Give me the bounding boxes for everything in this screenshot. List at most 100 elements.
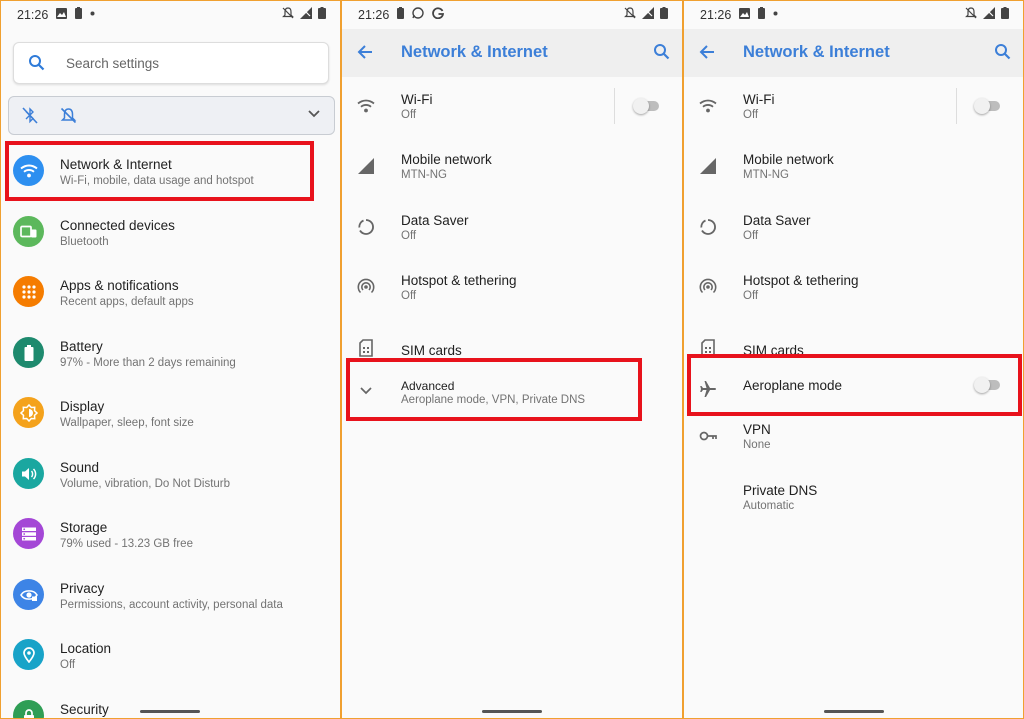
settings-item-subtitle: Bluetooth (60, 236, 109, 248)
settings-item-title: Storage (60, 520, 108, 535)
mobile-network-row[interactable]: Mobile network MTN-NG (342, 138, 682, 194)
settings-item-storage[interactable]: Storage 79% used - 13.23 GB free (1, 506, 340, 562)
signal-icon (698, 156, 718, 176)
conditions-card[interactable] (8, 96, 335, 135)
settings-item-title: Privacy (60, 581, 105, 596)
settings-item-title: Sound (60, 460, 100, 475)
hotspot-title: Hotspot & tethering (743, 273, 859, 288)
mobile-network-title: Mobile network (743, 152, 834, 167)
wifi-row[interactable]: Wi-Fi Off (684, 78, 1023, 134)
bluetooth-off-icon (22, 107, 38, 124)
vpn-key-icon (698, 426, 718, 446)
highlight-box (5, 141, 314, 201)
divider (614, 88, 615, 124)
settings-item-security[interactable]: Security (1, 688, 340, 718)
search-icon[interactable] (994, 43, 1011, 60)
search-bar[interactable]: Search settings (13, 42, 329, 84)
hotspot-status: Off (743, 290, 759, 302)
image-icon (739, 7, 750, 19)
search-placeholder: Search settings (66, 56, 160, 71)
hotspot-row[interactable]: Hotspot & tethering Off (684, 259, 1023, 315)
settings-item-subtitle: Recent apps, default apps (60, 296, 194, 308)
hotspot-icon (698, 277, 718, 297)
settings-item-subtitle: Permissions, account activity, personal … (60, 599, 283, 611)
storage-icon (13, 518, 44, 549)
hotspot-title: Hotspot & tethering (401, 273, 517, 288)
no-signal-icon (300, 7, 312, 19)
settings-item-connected-devices[interactable]: Connected devices Bluetooth (1, 204, 340, 260)
chevron-down-icon[interactable] (308, 110, 320, 118)
data-saver-icon (698, 217, 718, 237)
wifi-status: Off (401, 109, 417, 121)
gesture-nav-bar[interactable] (140, 710, 200, 713)
image-icon (56, 7, 67, 19)
settings-item-subtitle: 79% used - 13.23 GB free (60, 538, 193, 550)
wifi-icon (356, 96, 376, 116)
data-saver-status: Off (743, 230, 759, 242)
wifi-toggle[interactable] (974, 98, 1002, 114)
settings-main-panel: 21:26 Search settings Network & Internet… (1, 1, 340, 718)
vpn-row[interactable]: VPN None (684, 408, 1023, 464)
highlight-box (346, 358, 642, 421)
status-bar: 21:26 (342, 1, 682, 29)
wifi-toggle[interactable] (633, 98, 661, 114)
status-bar: 21:26 (684, 1, 1023, 29)
back-arrow-icon[interactable] (357, 44, 373, 60)
settings-item-title: Battery (60, 339, 103, 354)
private-dns-row[interactable]: Private DNS Automatic (684, 469, 1023, 525)
gesture-nav-bar[interactable] (824, 710, 884, 713)
search-icon[interactable] (653, 43, 670, 60)
google-icon (432, 7, 444, 19)
mobile-network-row[interactable]: Mobile network MTN-NG (684, 138, 1023, 194)
gesture-nav-bar[interactable] (482, 710, 542, 713)
back-arrow-icon[interactable] (699, 44, 715, 60)
private-dns-status: Automatic (743, 500, 795, 512)
battery-icon (13, 337, 44, 368)
dot-icon (90, 11, 95, 15)
network-internet-panel: 21:26 Network & Internet Wi-Fi Off Mobil… (342, 1, 682, 718)
sound-icon (13, 458, 44, 489)
network-internet-advanced-panel: 21:26 Network & Internet Wi-Fi Off Mobil… (684, 1, 1023, 718)
data-saver-status: Off (401, 230, 417, 242)
settings-item-display[interactable]: Display Wallpaper, sleep, font size (1, 385, 340, 441)
whatsapp-icon (412, 7, 424, 19)
app-bar: Network & Internet (684, 29, 1023, 77)
wifi-row[interactable]: Wi-Fi Off (342, 78, 682, 134)
wifi-status: Off (743, 109, 759, 121)
no-signal-icon (983, 7, 995, 19)
signal-icon (356, 156, 376, 176)
search-icon (29, 55, 45, 71)
settings-item-sound[interactable]: Sound Volume, vibration, Do Not Disturb (1, 446, 340, 502)
app-bar: Network & Internet (342, 29, 682, 77)
data-saver-icon (356, 217, 376, 237)
settings-item-title: Connected devices (60, 218, 175, 233)
page-title: Network & Internet (743, 43, 890, 61)
vpn-title: VPN (743, 422, 771, 437)
notifications-off-icon (282, 7, 294, 19)
battery-saver-icon (75, 7, 82, 19)
mobile-network-carrier: MTN-NG (401, 169, 447, 181)
status-time: 21:26 (358, 8, 390, 22)
hotspot-row[interactable]: Hotspot & tethering Off (342, 259, 682, 315)
page-title: Network & Internet (401, 43, 548, 61)
location-icon (13, 639, 44, 670)
data-saver-title: Data Saver (401, 213, 469, 228)
sim-cards-title: SIM cards (401, 343, 462, 358)
settings-item-title: Security (60, 702, 109, 717)
settings-item-battery[interactable]: Battery 97% - More than 2 days remaining (1, 325, 340, 381)
sim-icon (356, 338, 376, 358)
battery-icon (1001, 7, 1009, 19)
security-icon (13, 700, 44, 718)
highlight-box (687, 354, 1022, 416)
settings-item-apps[interactable]: Apps & notifications Recent apps, defaul… (1, 264, 340, 320)
devices-icon (13, 216, 44, 247)
settings-item-privacy[interactable]: Privacy Permissions, account activity, p… (1, 567, 340, 623)
settings-item-title: Location (60, 641, 112, 656)
vpn-status: None (743, 439, 771, 451)
data-saver-row[interactable]: Data Saver Off (684, 199, 1023, 255)
privacy-icon (13, 579, 44, 610)
settings-item-title: Display (60, 399, 105, 414)
data-saver-row[interactable]: Data Saver Off (342, 199, 682, 255)
private-dns-title: Private DNS (743, 483, 818, 498)
settings-item-location[interactable]: Location Off (1, 627, 340, 683)
